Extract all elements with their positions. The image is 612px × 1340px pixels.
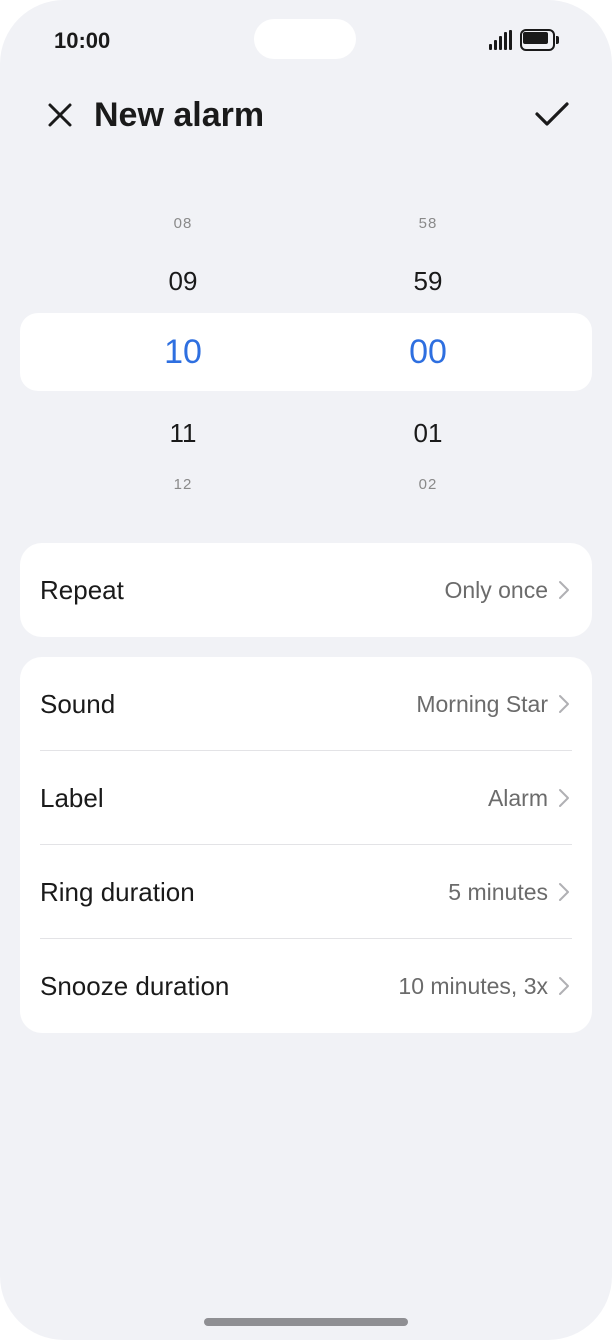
- label-value: Alarm: [487, 784, 548, 811]
- signal-icon: [489, 30, 513, 50]
- snooze-duration-value: 10 minutes, 3x: [398, 972, 548, 999]
- battery-icon: [520, 29, 560, 51]
- minute-option[interactable]: 58: [368, 215, 488, 232]
- ring-duration-value: 5 minutes: [448, 878, 548, 905]
- sound-label: Sound: [40, 688, 116, 719]
- picker-selection-band: [20, 313, 592, 391]
- repeat-row[interactable]: Repeat Only once: [20, 543, 592, 637]
- snooze-duration-row[interactable]: Snooze duration 10 minutes, 3x: [20, 939, 592, 1033]
- settings-card: Sound Morning Star Label Alarm Ring dura…: [20, 657, 592, 1033]
- check-icon: [535, 102, 569, 126]
- ring-duration-label: Ring duration: [40, 876, 195, 907]
- minute-selected[interactable]: 00: [368, 333, 488, 372]
- minute-option[interactable]: 59: [368, 266, 488, 297]
- chevron-right-icon: [556, 881, 572, 903]
- hour-option[interactable]: 12: [123, 476, 243, 493]
- page-title: New alarm: [94, 96, 265, 134]
- chevron-right-icon: [556, 975, 572, 997]
- label-row[interactable]: Label Alarm: [20, 751, 592, 845]
- ring-duration-row[interactable]: Ring duration 5 minutes: [20, 845, 592, 939]
- chevron-right-icon: [556, 787, 572, 809]
- sound-row[interactable]: Sound Morning Star: [20, 657, 592, 751]
- repeat-label: Repeat: [40, 574, 124, 605]
- phone-screen: 10:00 New alarm 08 09 10 11 12 58 59 00 …: [0, 0, 612, 1340]
- dynamic-island: [254, 19, 356, 59]
- chevron-right-icon: [556, 693, 572, 715]
- repeat-value: Only once: [444, 576, 548, 603]
- chevron-right-icon: [556, 579, 572, 601]
- close-icon: [48, 103, 72, 127]
- hour-option[interactable]: 11: [123, 418, 243, 449]
- hour-option[interactable]: 08: [123, 215, 243, 232]
- label-label: Label: [40, 782, 104, 813]
- close-button[interactable]: [40, 95, 80, 135]
- status-time: 10:00: [54, 28, 111, 53]
- minute-option[interactable]: 02: [368, 476, 488, 493]
- hour-selected[interactable]: 10: [123, 333, 243, 372]
- hour-option[interactable]: 09: [123, 266, 243, 297]
- sound-value: Morning Star: [416, 690, 548, 717]
- snooze-duration-label: Snooze duration: [40, 970, 230, 1001]
- confirm-button[interactable]: [530, 94, 574, 134]
- home-indicator[interactable]: [204, 1318, 408, 1326]
- minute-option[interactable]: 01: [368, 418, 488, 449]
- repeat-card: Repeat Only once: [20, 543, 592, 637]
